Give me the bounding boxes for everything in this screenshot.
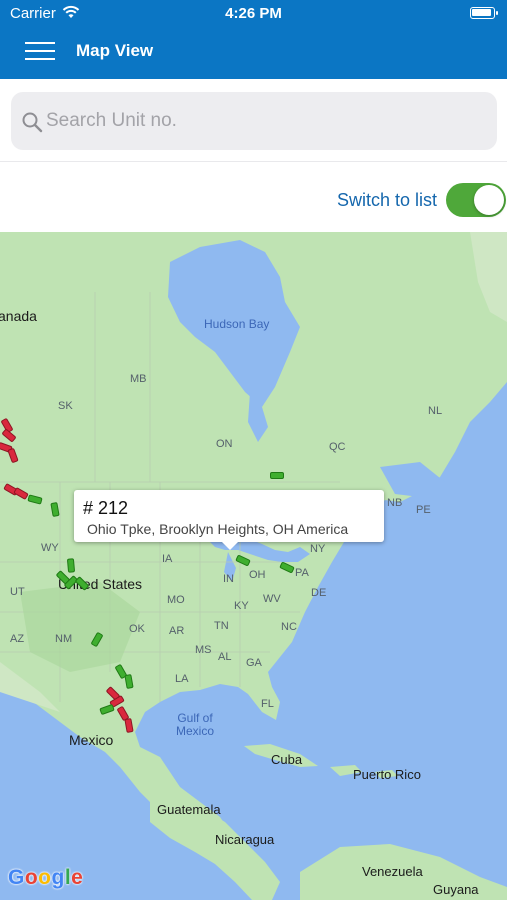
list-switch-row: Switch to list xyxy=(0,163,507,232)
map-label-ut: UT xyxy=(10,586,25,598)
map-label-ms: MS xyxy=(195,644,212,656)
map-label-mo: MO xyxy=(167,594,185,606)
map-label-venezuela: Venezuela xyxy=(362,864,423,879)
map-label-ny: NY xyxy=(310,543,326,555)
map-label-in: IN xyxy=(223,573,234,585)
map-label-puerto-rico: Puerto Rico xyxy=(353,767,421,782)
search-field[interactable] xyxy=(11,92,497,150)
map-label-la: LA xyxy=(175,673,189,685)
map-canvas xyxy=(0,232,507,900)
map-label-oh: OH xyxy=(249,569,266,581)
switch-to-list-label: Switch to list xyxy=(336,190,437,210)
battery-icon xyxy=(470,7,498,19)
search-icon xyxy=(22,112,43,133)
unit-info-callout[interactable]: # 212 Ohio Tpke, Brooklyn Heights, OH Am… xyxy=(74,490,384,550)
search-bar xyxy=(0,79,507,162)
google-logo: Google xyxy=(8,866,84,889)
map-label-ky: KY xyxy=(234,600,249,612)
map-label-tn: TN xyxy=(214,620,229,632)
nav-bar: Carrier 4:26 PM Map View xyxy=(0,0,507,79)
map-label-ia: IA xyxy=(162,553,173,565)
map-label-nc: NC xyxy=(281,621,297,633)
map-label-pa: PA xyxy=(295,567,309,579)
map-label-on: ON xyxy=(216,438,233,450)
switch-to-list-toggle[interactable] xyxy=(446,183,506,217)
map-label-guatemala: Guatemala xyxy=(157,802,221,817)
map-label-sk: SK xyxy=(58,400,73,412)
map-label-nm: NM xyxy=(55,633,73,645)
map-label-de: DE xyxy=(311,587,327,599)
map-label-wv: WV xyxy=(263,593,281,605)
map-label-pe: PE xyxy=(416,504,431,516)
clock: 4:26 PM xyxy=(225,5,282,22)
map-label-nb: NB xyxy=(387,497,403,509)
map-view[interactable]: anada Hudson Bay MB SK ON QC NL NB PE NY… xyxy=(0,232,507,900)
toggle-knob xyxy=(474,185,504,215)
callout-unit-number: # 212 xyxy=(83,498,129,518)
map-label-cuba: Cuba xyxy=(271,752,303,767)
map-label-mb: MB xyxy=(130,373,147,385)
truck-marker[interactable] xyxy=(66,558,76,573)
map-label-canada: anada xyxy=(0,308,37,324)
map-label-wy: WY xyxy=(41,542,59,554)
search-input[interactable] xyxy=(46,92,486,150)
map-label-ga: GA xyxy=(246,657,262,669)
map-label-mexico: Mexico xyxy=(69,732,114,748)
map-label-nicaragua: Nicaragua xyxy=(215,832,275,847)
map-label-guyana: Guyana xyxy=(433,882,479,897)
map-label-hudson-bay: Hudson Bay xyxy=(204,317,270,331)
truck-marker[interactable] xyxy=(270,472,284,479)
map-label-qc: QC xyxy=(329,441,346,453)
map-label-az: AZ xyxy=(10,633,25,645)
callout-address: Ohio Tpke, Brooklyn Heights, OH America xyxy=(87,521,349,537)
hamburger-menu-button[interactable] xyxy=(25,40,55,62)
map-label-gulf-of-mexico: Gulf of Mexico xyxy=(176,711,215,738)
page-title: Map View xyxy=(76,41,154,60)
status-bar: Carrier 4:26 PM xyxy=(0,0,507,28)
map-label-ok: OK xyxy=(129,623,145,635)
map-label-fl: FL xyxy=(261,698,274,710)
map-label-nl: NL xyxy=(428,405,443,417)
map-label-ar: AR xyxy=(169,625,185,637)
map-label-al: AL xyxy=(218,651,232,663)
